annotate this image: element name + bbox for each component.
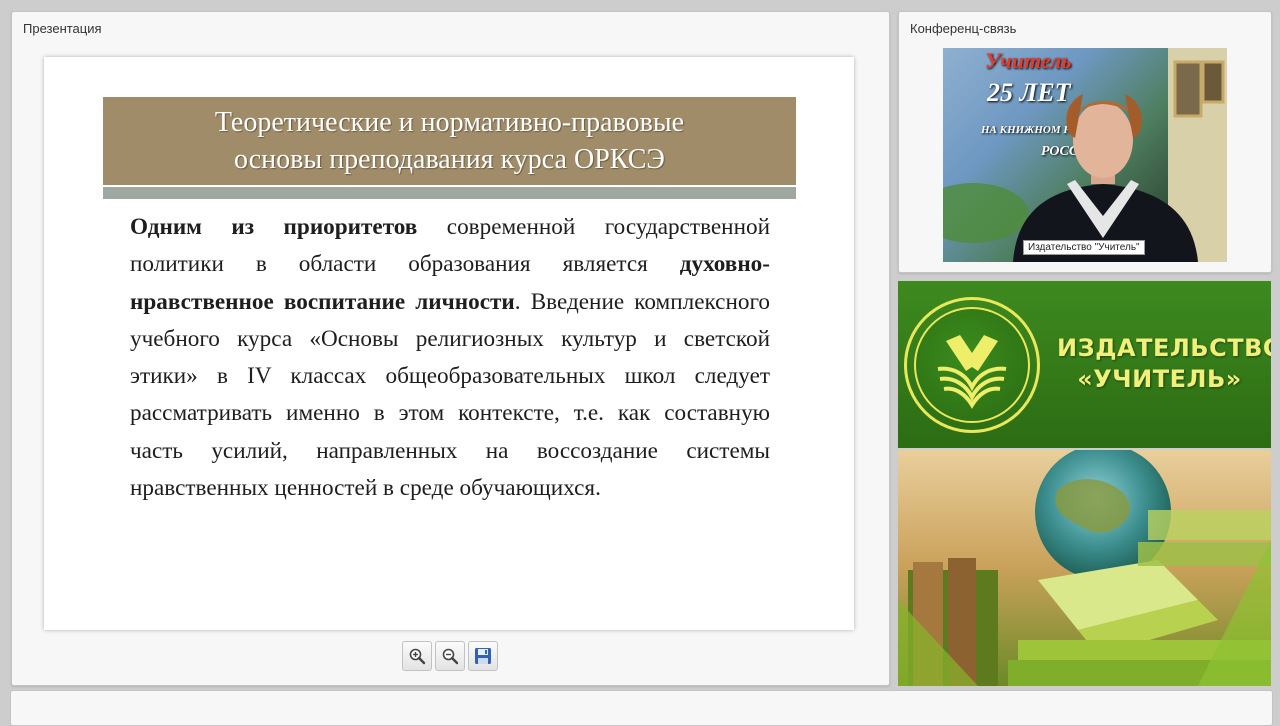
slide-toolbar (402, 641, 498, 671)
presentation-panel: Презентация Теоретические и нормативно-п… (11, 11, 890, 686)
presentation-panel-title: Презентация (23, 21, 102, 36)
zoom-in-icon (409, 648, 426, 665)
conference-panel: Конференц-связь Учитель 25 ЛЕТ НА КНИЖНО… (898, 11, 1272, 273)
video-feed[interactable]: Учитель 25 ЛЕТ НА КНИЖНОМ Р РОССИ Издате… (943, 48, 1227, 262)
participant-label: Издательство "Учитель" (1023, 240, 1145, 255)
slide: Теоретические и нормативно-правовые осно… (44, 57, 854, 630)
floppy-disk-icon (475, 648, 491, 664)
books-illustration (898, 450, 1271, 686)
zoom-out-icon (442, 648, 459, 665)
logo-emblem (914, 307, 1030, 423)
slide-title-underline (103, 187, 796, 199)
publisher-logo-banner: ИЗДАТЕЛЬСТВО «УЧИТЕЛЬ» (898, 281, 1271, 448)
conference-panel-title: Конференц-связь (910, 21, 1017, 36)
publisher-name: ИЗДАТЕЛЬСТВО «УЧИТЕЛЬ» (1057, 333, 1271, 395)
slide-title: Теоретические и нормативно-правовые осно… (214, 107, 685, 175)
slide-body-text: Одним из приоритетов современной государ… (130, 209, 770, 507)
bottom-panel (10, 690, 1273, 726)
slide-title-banner: Теоретические и нормативно-правовые осно… (103, 97, 796, 185)
presenter-image (943, 48, 1227, 262)
books-globe-image (898, 450, 1271, 686)
slide-body-text-2: . Введение комплексного учебного курса «… (130, 288, 770, 502)
slide-body-bold-1: Одним из приоритетов (130, 214, 418, 240)
zoom-out-button[interactable] (435, 641, 465, 671)
publisher-name-line-1: ИЗДАТЕЛЬСТВО (1057, 334, 1271, 362)
save-button[interactable] (468, 641, 498, 671)
publisher-name-line-2: «УЧИТЕЛЬ» (1077, 365, 1242, 393)
book-emblem-icon (937, 335, 1007, 409)
zoom-in-button[interactable] (402, 641, 432, 671)
